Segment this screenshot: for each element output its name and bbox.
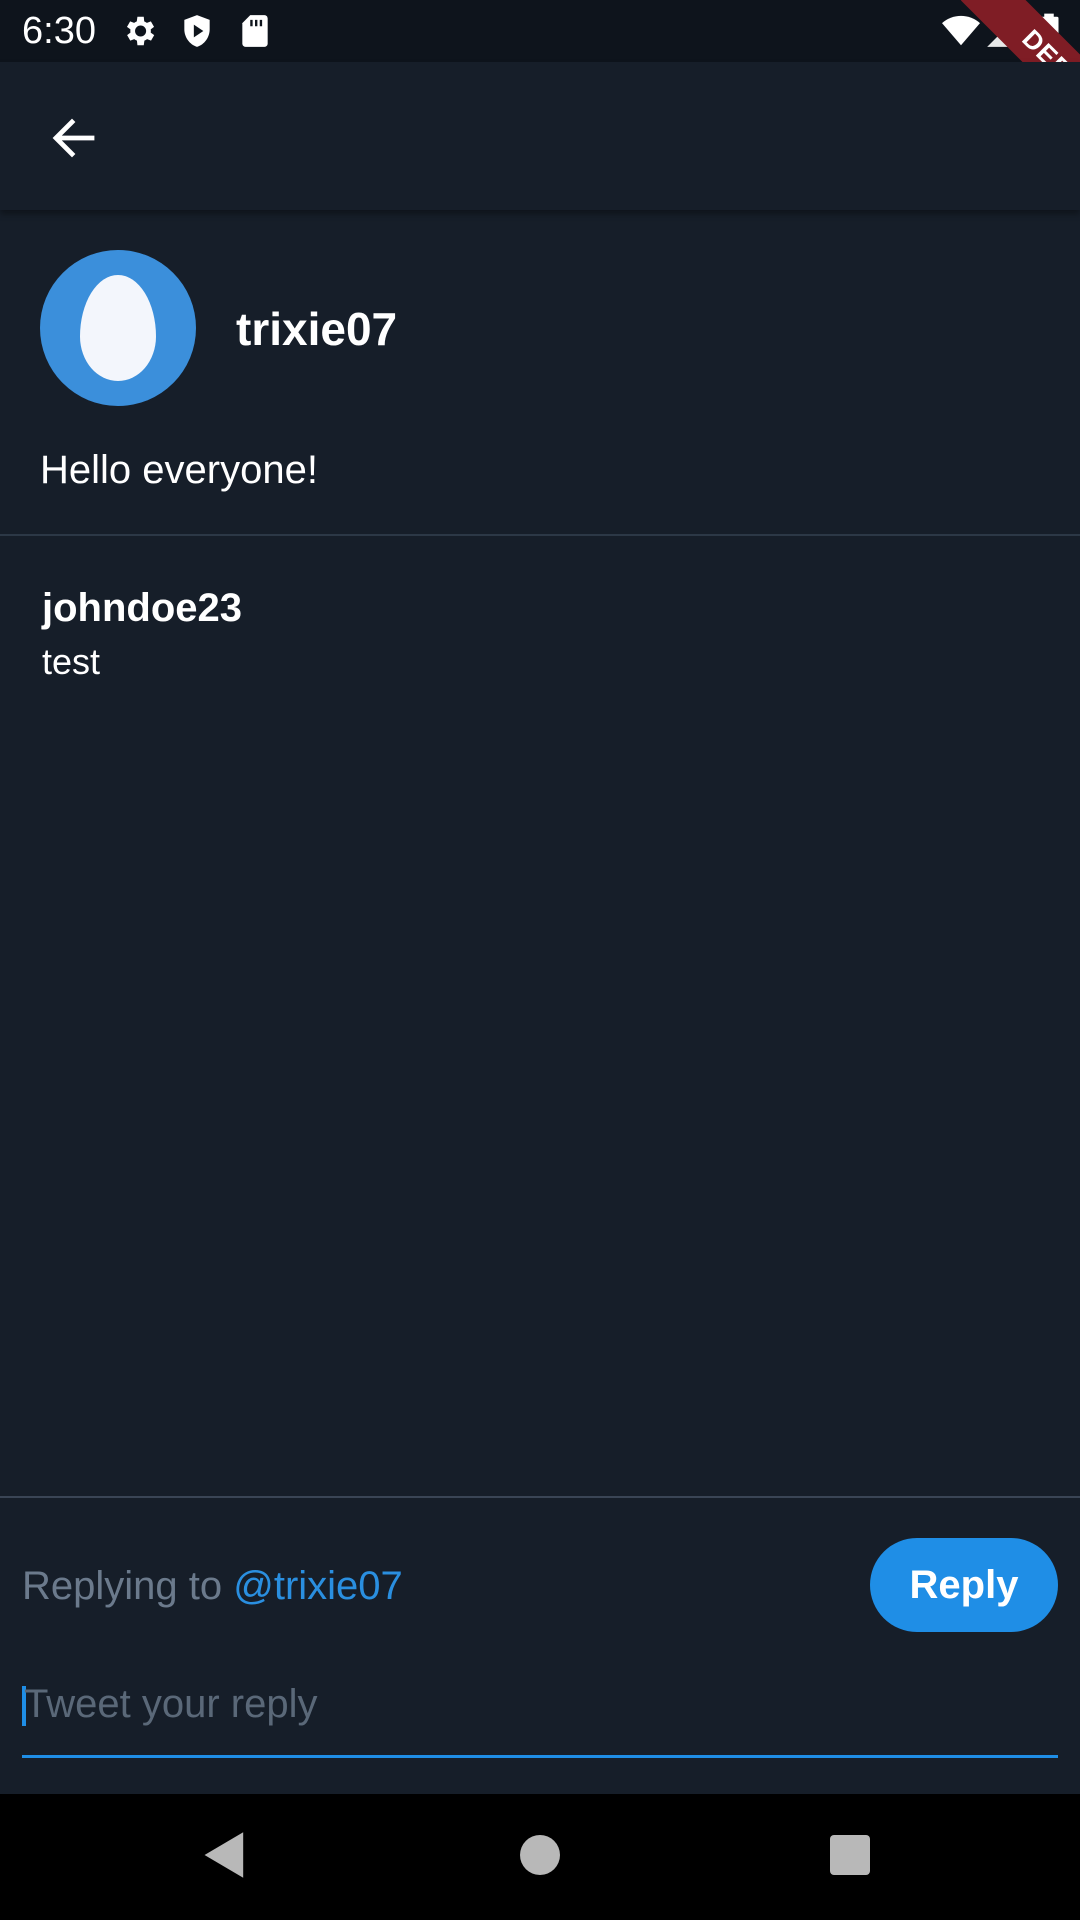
egg-icon [80, 275, 156, 381]
comment-text: test [42, 641, 101, 682]
replying-prefix: Replying to [22, 1564, 234, 1608]
comment-author: johndoe23 [42, 586, 243, 630]
arrow-left-icon [50, 114, 98, 167]
back-button[interactable] [36, 102, 112, 178]
recents-square-icon [830, 1834, 870, 1880]
shield-play-icon [178, 12, 216, 55]
nav-home-button[interactable] [505, 1822, 575, 1892]
replying-to: Replying to @trixie07 [22, 1564, 403, 1609]
gear-icon [120, 12, 158, 55]
comment-item[interactable]: johndoe23 test [42, 580, 242, 688]
mention-link[interactable]: @trixie07 [233, 1564, 403, 1608]
status-bar: 6:30 DEBUG [0, 0, 1080, 160]
reply-button[interactable]: Reply [870, 1538, 1058, 1632]
nav-back-button[interactable] [190, 1822, 260, 1892]
nav-recents-button[interactable] [815, 1822, 885, 1892]
status-time: 6:30 [22, 10, 96, 52]
reply-placeholder: Tweet your reply [24, 1682, 318, 1726]
back-triangle-icon [202, 1830, 248, 1885]
system-nav-bar [0, 1794, 1080, 1920]
home-circle-icon [520, 1834, 560, 1880]
original-post: trixie07 Hello everyone! [0, 210, 1080, 536]
post-author[interactable]: trixie07 [236, 302, 397, 356]
reply-input[interactable]: Tweet your reply [22, 1678, 1058, 1758]
sd-card-icon [236, 12, 274, 55]
reply-composer: Replying to @trixie07 Reply Tweet your r… [0, 1496, 1080, 1794]
app-bar [0, 62, 1080, 210]
avatar[interactable] [40, 250, 196, 406]
post-text: Hello everyone! [40, 448, 318, 492]
